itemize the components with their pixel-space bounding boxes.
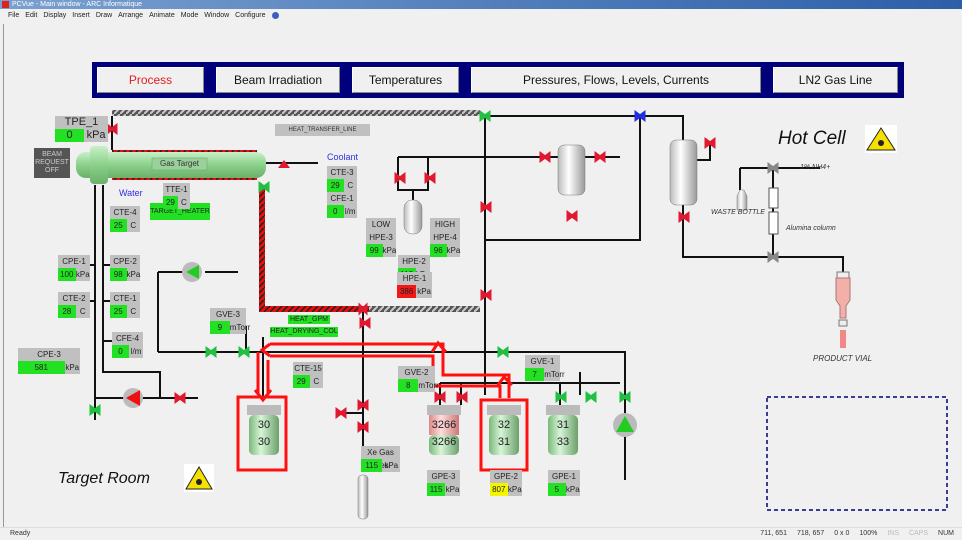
tag-cpe-3: CPE-3 581 kPa <box>18 348 80 374</box>
radiation-icon-hot-cell <box>865 125 897 153</box>
tag-gpe-1: GPE-1 5 kPa <box>548 470 580 496</box>
tag-gve-1: GVE-1 7 mTorr <box>525 355 565 381</box>
tag-tte-1: TTE-1 29 C <box>163 183 190 209</box>
tag-xe-gas-pres: Xe Gas Pres115kPa <box>361 446 400 472</box>
object-position: 718, 657 <box>796 530 825 537</box>
waste-bottle <box>736 189 748 211</box>
heat-drying-col-button[interactable]: HEAT_DRYING_COL <box>270 327 338 337</box>
cursor-position: 711, 651 <box>760 530 787 537</box>
tag-cte-4: CTE-4 25 C <box>110 206 140 232</box>
tag-cte-1: CTE-1 25 C <box>110 292 140 318</box>
valve-hev-2 <box>424 172 436 184</box>
godm-1-top-value: 31 <box>556 419 570 431</box>
status-ready: Ready <box>10 530 31 537</box>
tag-hpe-3: LOW HPE-3 99 kPa <box>366 218 396 257</box>
target-room-title: Target Room <box>58 470 150 487</box>
num-indicator: NUM <box>938 530 954 537</box>
tag-hpe-1: HPE-1 386 kPa <box>397 272 432 298</box>
tag-gpe-3: GPE-3 115 kPa <box>427 470 460 496</box>
tag-gve-3: GVE-3 9 mTorr <box>210 308 250 334</box>
valve-gsv-25 <box>335 407 347 419</box>
tag-gpe-2: GPE-2 807 kPa <box>490 470 522 496</box>
valve-gsv-16 <box>358 302 368 316</box>
valve-gsv-14 <box>497 346 509 358</box>
heat-gpm-button[interactable]: HEAT_GPM <box>288 315 330 324</box>
ins-indicator: INS <box>887 530 899 537</box>
tag-cte-2: CTE-2 28 C <box>58 292 90 318</box>
hot-cell-title: Hot Cell <box>778 128 846 149</box>
tag-cte-15: CTE-15 29 C <box>293 362 323 388</box>
godm-4-bottom-value: 30 <box>257 436 271 448</box>
xe-gas-cylinder <box>357 474 369 520</box>
godm-1-bottom-value: 33 <box>556 436 570 448</box>
godm-2-bottom-value: 31 <box>497 436 511 448</box>
valve-gsv-17 <box>359 317 371 329</box>
godm-2-top-value: 32 <box>497 419 511 431</box>
tag-cpe-2: CPE-2 98 kPa <box>110 255 140 281</box>
gas-target-label: Gas Target <box>160 159 199 168</box>
dashed-panel <box>766 396 948 511</box>
godm-3-top-value: 3266 <box>431 419 457 431</box>
godm-3-bottom-value: 3266 <box>431 436 457 448</box>
waste-bottle-label: WASTE BOTTLE <box>711 209 765 216</box>
valve-gsv-20 <box>238 346 250 358</box>
tag-cfe-4: CFE-4 0 l/m <box>112 332 143 358</box>
valve-hev-3 <box>174 392 186 404</box>
nh4-label: 1% NH4+ <box>800 164 831 171</box>
heat-transfer-line-label: HEAT_TRANSFER_LINE <box>275 124 370 136</box>
process-diagram <box>76 110 948 520</box>
valve-wev-8 <box>594 151 606 163</box>
radiation-icon-target-room <box>184 464 214 492</box>
tag-cfe-1: CFE-1 0 l/m <box>327 192 357 218</box>
pump-gpmp-2[interactable] <box>182 262 202 282</box>
alumina-column-label: Alumina column <box>786 225 836 232</box>
tag-cpe-1: CPE-1 100 kPa <box>58 255 90 281</box>
godm-4-top-value: 30 <box>257 419 271 431</box>
valve-wev-1 <box>539 151 551 163</box>
valve-hev-1 <box>394 172 406 184</box>
pump-cpmp-1[interactable] <box>123 388 143 408</box>
zoom-level: 100% <box>859 530 878 537</box>
tag-gve-2: GVE-2 8 mTorr <box>398 366 439 392</box>
valve-wev-3 <box>566 210 578 222</box>
beam-request-status[interactable]: BEAM REQUEST OFF <box>34 148 70 178</box>
water-label: Water <box>119 188 143 198</box>
tank-wev-4 <box>669 139 698 206</box>
status-bar: Ready 711, 651 718, 657 0 x 0 100% INS C… <box>0 527 962 539</box>
product-vial <box>835 271 851 348</box>
pump-gpmp-1[interactable] <box>613 413 637 437</box>
tank-wev-3 <box>557 144 586 196</box>
valve-gsv-21 <box>205 346 217 358</box>
product-vial-label: PRODUCT VIAL <box>813 354 873 363</box>
tag-tpe-1: TPE_1 0 kPa <box>55 116 108 142</box>
object-size: 0 x 0 <box>834 530 850 537</box>
caps-indicator: CAPS <box>908 530 929 537</box>
tag-cte-3: CTE-3 29 C <box>327 166 357 192</box>
tag-hpe-4: HIGH HPE-4 96 kPa <box>430 218 460 257</box>
coolant-label: Coolant <box>327 152 359 162</box>
valve-gsv-6 <box>585 391 597 403</box>
hpe-vessel <box>403 199 423 235</box>
